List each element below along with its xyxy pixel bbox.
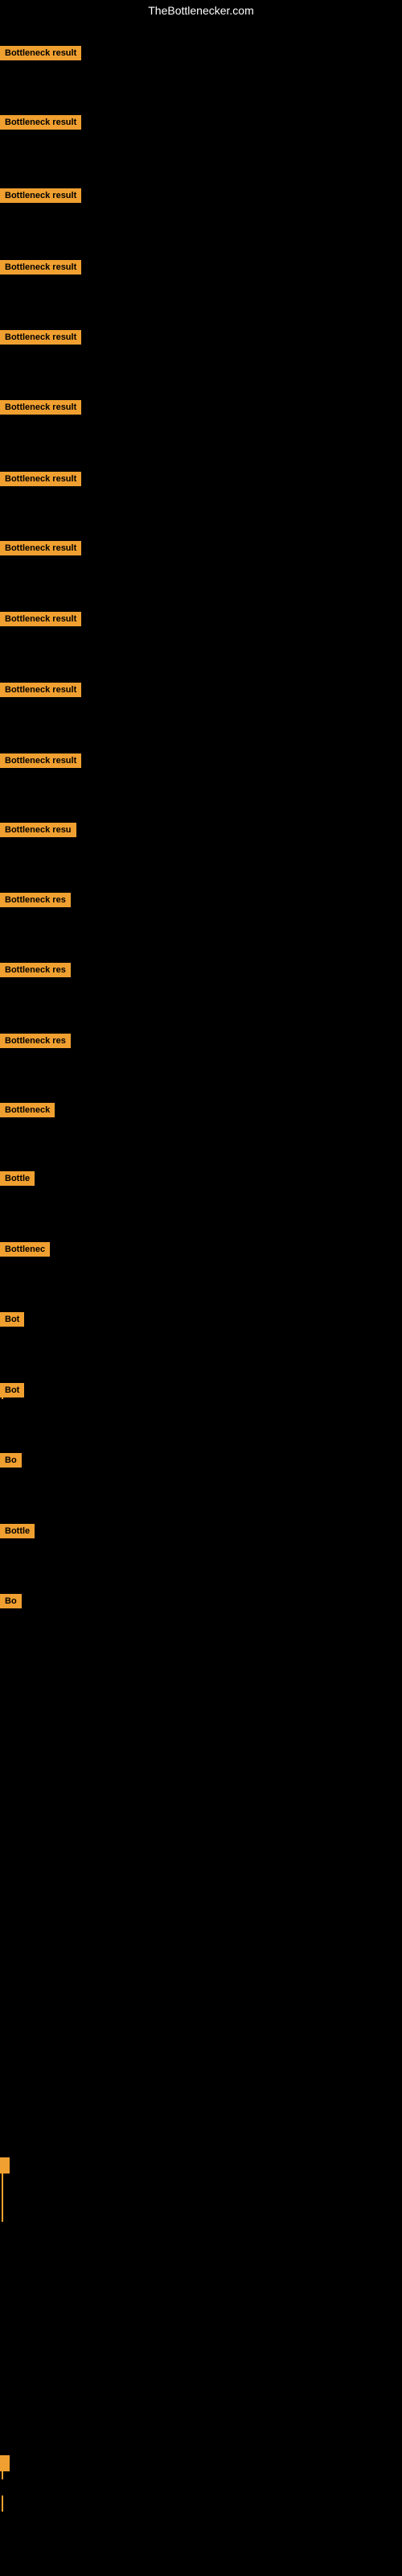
bottleneck-badge: Bot bbox=[0, 1383, 24, 1397]
bottleneck-badge: Bottleneck res bbox=[0, 893, 71, 907]
bottleneck-badge: Bottleneck resu bbox=[0, 823, 76, 837]
bottleneck-badge: Bottleneck result bbox=[0, 260, 81, 275]
bottleneck-badge: Bo bbox=[0, 1594, 22, 1608]
bottleneck-badge: Bottleneck res bbox=[0, 963, 71, 977]
bottleneck-badge: Bottleneck result bbox=[0, 612, 81, 626]
bottleneck-badge: Bo bbox=[0, 1453, 22, 1468]
bottleneck-badge: Bottleneck result bbox=[0, 46, 81, 60]
bottleneck-badge: Bottleneck result bbox=[0, 472, 81, 486]
bottleneck-badge: Bottle bbox=[0, 1171, 35, 1186]
bottleneck-badge: Bottlenec bbox=[0, 1242, 50, 1257]
bottleneck-badge: Bottleneck result bbox=[0, 683, 81, 697]
bottleneck-badge: Bottleneck result bbox=[0, 541, 81, 555]
site-title: TheBottlenecker.com bbox=[0, 0, 402, 21]
bottleneck-badge: Bottleneck result bbox=[0, 330, 81, 345]
bottleneck-badge: Bottleneck result bbox=[0, 400, 81, 415]
vertical-line bbox=[2, 2496, 3, 2512]
bottleneck-badge: Bottleneck result bbox=[0, 188, 81, 203]
bottleneck-badge: Bot bbox=[0, 1312, 24, 1327]
vertical-line bbox=[2, 1383, 3, 1399]
bottleneck-badge: Bottleneck result bbox=[0, 753, 81, 768]
vertical-line bbox=[2, 2157, 3, 2222]
vertical-line bbox=[2, 2455, 3, 2479]
bottleneck-badge: Bottle bbox=[0, 1524, 35, 1538]
bottleneck-badge: Bottleneck res bbox=[0, 1034, 71, 1048]
bottleneck-badge: Bottleneck result bbox=[0, 115, 81, 130]
bottleneck-badge: Bottleneck bbox=[0, 1103, 55, 1117]
